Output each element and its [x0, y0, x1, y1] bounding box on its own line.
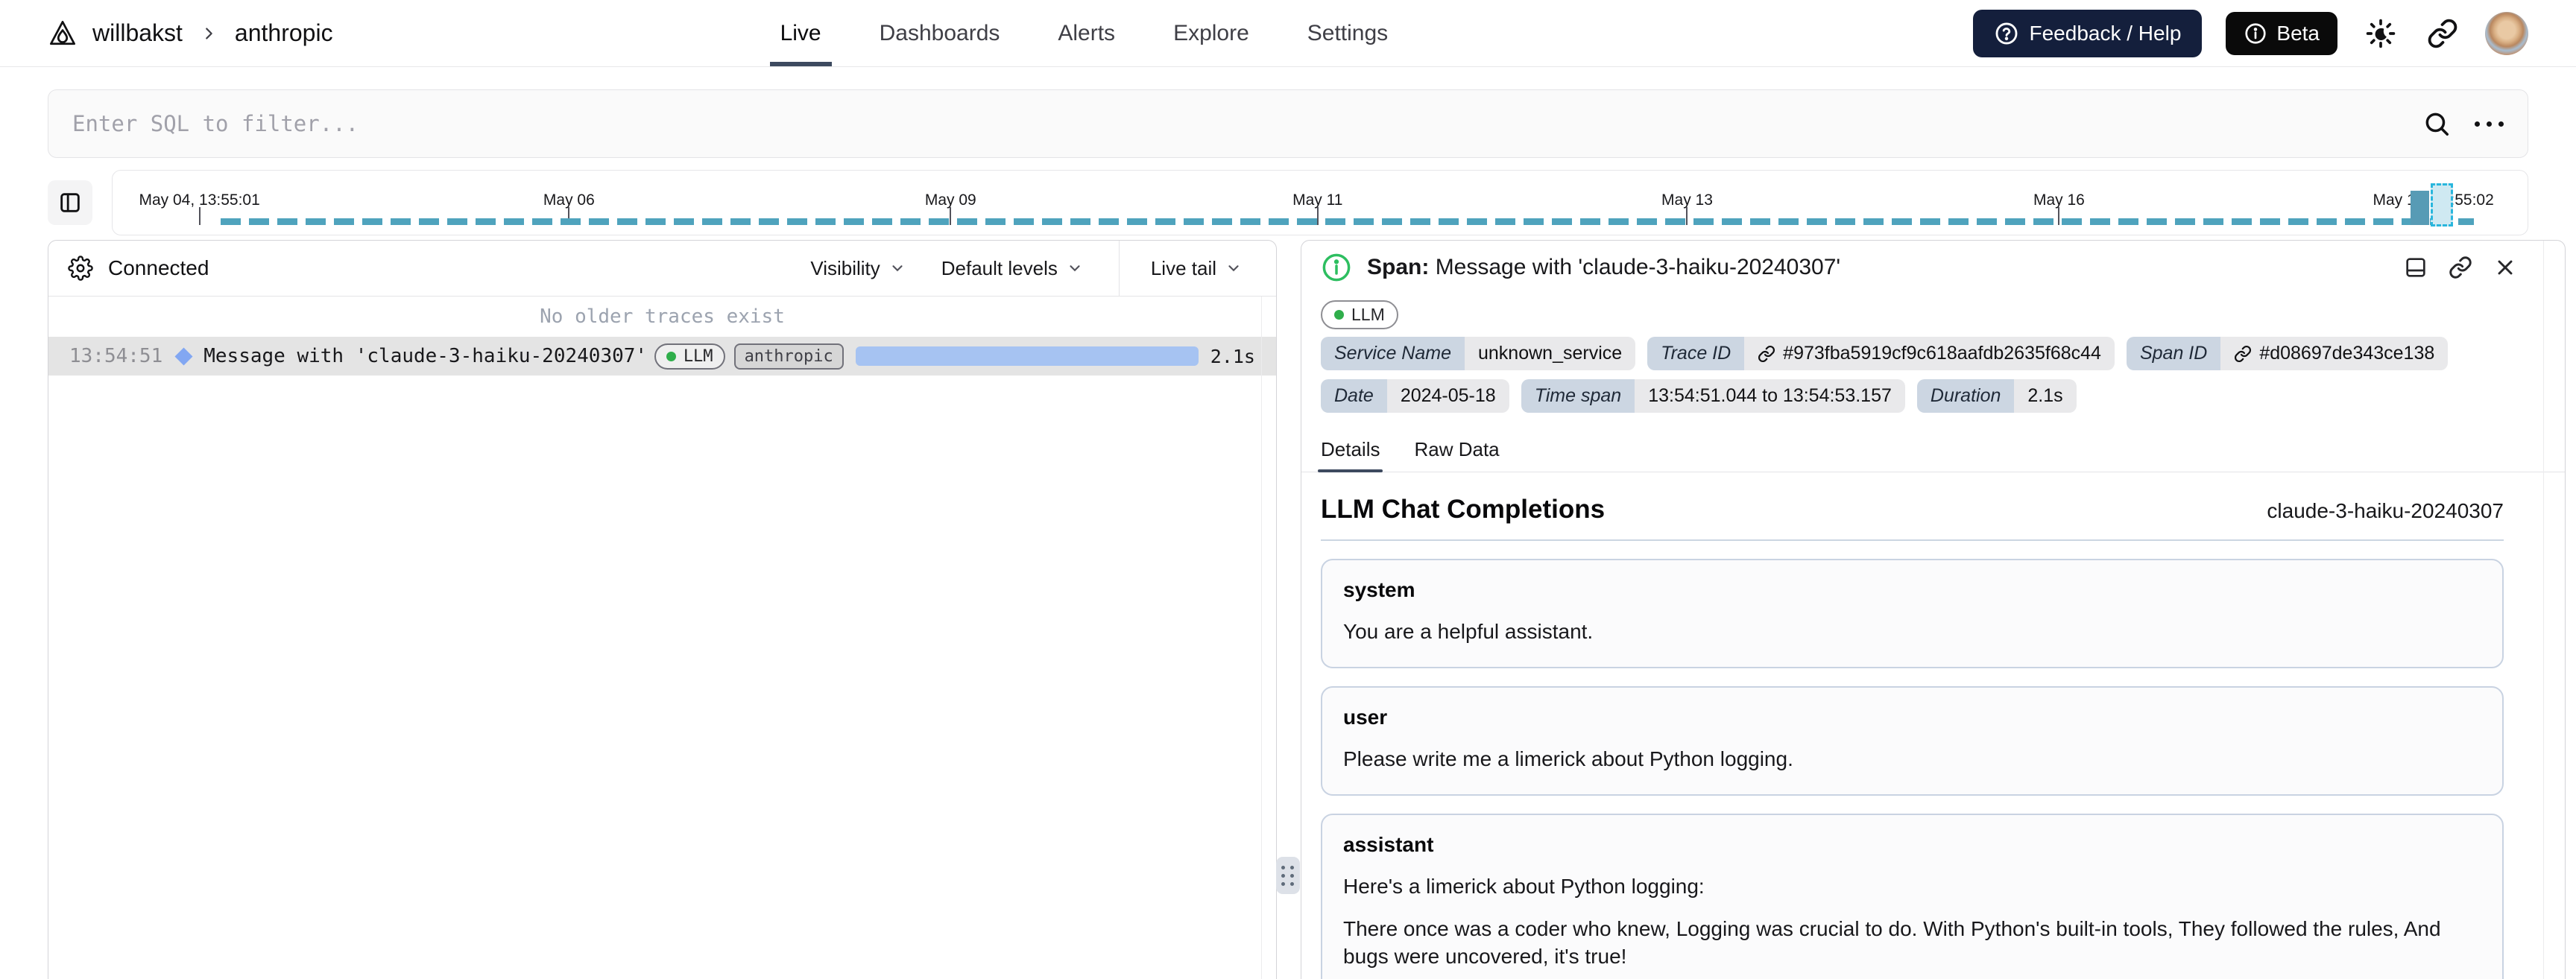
tab-details[interactable]: Details [1317, 438, 1383, 472]
traces-panel-header: Connected Visibility Default levels Live… [48, 241, 1276, 297]
trace-controls: Visibility Default levels Live tail [810, 241, 1276, 296]
timeline-tick [198, 207, 201, 225]
top-nav: willbakst anthropic Live Dashboards Aler… [0, 0, 2576, 67]
trace-message: Message with 'claude-3-haiku-20240307' [203, 345, 648, 367]
span-header: Span: Message with 'claude-3-haiku-20240… [1301, 241, 2565, 294]
tab-alerts[interactable]: Alerts [1058, 0, 1115, 66]
sidebar-toggle-icon[interactable] [48, 180, 92, 225]
timeline-selection-window[interactable] [2431, 183, 2453, 226]
theme-toggle-icon[interactable] [2361, 14, 2400, 53]
model-name: claude-3-haiku-20240307 [2267, 499, 2504, 522]
tab-raw-data[interactable]: Raw Data [1414, 438, 1499, 472]
message-role: user [1343, 705, 1388, 729]
span-link-icon[interactable] [2449, 256, 2472, 279]
attribute-date: Date 2024-05-18 [1321, 379, 1509, 413]
message-text: You are a helpful assistant. [1343, 620, 1594, 643]
message-card-assistant: assistant Here's a limerick about Python… [1321, 813, 2504, 979]
chevron-down-icon [1070, 265, 1080, 272]
link-chain-icon [2235, 345, 2252, 362]
timeline-chart[interactable]: May 04, 13:55:01 May 06 May 09 May 11 Ma… [112, 170, 2528, 235]
no-older-traces-message: No older traces exist [540, 305, 785, 328]
search-icon[interactable] [2422, 110, 2451, 138]
chevron-right-icon [201, 25, 217, 42]
question-circle-icon [1994, 21, 2019, 46]
chevron-down-icon [1228, 265, 1239, 272]
nav-actions: Feedback / Help Beta [1972, 9, 2528, 57]
span-detail-tabs: Details Raw Data [1301, 417, 2565, 472]
trace-row[interactable]: 13:54:51 Message with 'claude-3-haiku-20… [48, 337, 1276, 376]
tab-settings[interactable]: Settings [1307, 0, 1388, 66]
sql-filter-input[interactable] [71, 110, 2422, 137]
sql-filter-bar [48, 89, 2528, 158]
more-options-icon[interactable] [2473, 117, 2505, 131]
message-text: Please write me a limerick about Python … [1343, 747, 1793, 770]
tab-live[interactable]: Live [769, 0, 832, 66]
message-text: Here's a limerick about Python logging: [1343, 874, 1705, 898]
trace-duration: 2.1s [1210, 345, 1255, 367]
span-detail-content: LLM Chat Completions claude-3-haiku-2024… [1301, 472, 2565, 979]
llm-badge: LLM [654, 343, 725, 370]
filter-section [48, 89, 2528, 158]
message-text: There once was a coder who knew, Logging… [1343, 916, 2441, 968]
duration-bar [855, 346, 1199, 366]
info-circle-green-icon [1321, 252, 1352, 283]
timeline-section: May 04, 13:55:01 May 06 May 09 May 11 Ma… [48, 170, 2528, 235]
section-divider [1321, 539, 2504, 541]
span-scroll-gutter [2543, 241, 2544, 979]
status-dot-icon [1334, 310, 1344, 320]
message-card-user: user Please write me a limerick about Py… [1321, 685, 2504, 796]
message-role: system [1343, 578, 1415, 601]
service-badge: anthropic [733, 343, 844, 370]
attribute-duration: Duration 2.1s [1916, 379, 2077, 413]
info-circle-icon [2244, 22, 2267, 45]
visibility-dropdown[interactable]: Visibility [810, 257, 905, 280]
nav-tabs: Live Dashboards Alerts Explore Settings [769, 0, 1388, 66]
attribute-span-id[interactable]: Span ID #d08697de343ce138 [2126, 337, 2449, 370]
traces-panel: Connected Visibility Default levels Live… [48, 240, 1277, 979]
tab-explore[interactable]: Explore [1173, 0, 1249, 66]
span-llm-badge: LLM [1321, 300, 1398, 329]
chevron-down-icon [892, 265, 903, 272]
panel-resize-handle[interactable] [1276, 857, 1300, 894]
attribute-time-span: Time span 13:54:51.044 to 13:54:53.157 [1521, 379, 1905, 413]
feedback-help-button[interactable]: Feedback / Help [1972, 9, 2203, 57]
dock-panel-icon[interactable] [2404, 256, 2428, 279]
breadcrumb-org[interactable]: willbakst [92, 19, 183, 47]
diamond-icon [174, 346, 193, 366]
tab-dashboards[interactable]: Dashboards [880, 0, 1000, 66]
attribute-service-name: Service Name unknown_service [1321, 337, 1636, 370]
message-role: assistant [1343, 832, 1434, 856]
timeline-histogram-bar [2411, 191, 2429, 225]
live-tail-dropdown[interactable]: Live tail [1151, 257, 1242, 280]
breadcrumb-project[interactable]: anthropic [235, 19, 333, 47]
connection-status: Connected [68, 256, 209, 281]
span-attributes-row-1: Service Name unknown_service Trace ID #9… [1301, 331, 2565, 370]
close-icon[interactable] [2493, 256, 2517, 279]
traces-scroll-gutter [1261, 297, 1262, 979]
default-levels-dropdown[interactable]: Default levels [941, 257, 1083, 280]
logfire-logo-icon [48, 19, 78, 48]
breadcrumb[interactable]: willbakst anthropic [48, 19, 333, 48]
section-title: LLM Chat Completions [1321, 495, 1606, 524]
attribute-trace-id[interactable]: Trace ID #973fba5919cf9c618aafdb2635f68c… [1647, 337, 2115, 370]
beta-button[interactable]: Beta [2226, 11, 2337, 55]
user-avatar[interactable] [2485, 11, 2528, 55]
message-card-system: system You are a helpful assistant. [1321, 559, 2504, 668]
link-chain-icon [1758, 345, 1775, 362]
span-detail-panel: Span: Message with 'claude-3-haiku-20240… [1301, 240, 2566, 979]
gear-icon[interactable] [68, 256, 93, 281]
timeline-dashed-track [221, 218, 2474, 225]
connection-status-label: Connected [108, 256, 209, 279]
share-link-icon[interactable] [2424, 15, 2461, 52]
span-attributes-row-2: Date 2024-05-18 Time span 13:54:51.044 t… [1301, 370, 2565, 413]
status-dot-icon [666, 351, 676, 361]
span-title: Span: Message with 'claude-3-haiku-20240… [1367, 255, 1841, 279]
trace-timestamp: 13:54:51 [69, 345, 163, 367]
